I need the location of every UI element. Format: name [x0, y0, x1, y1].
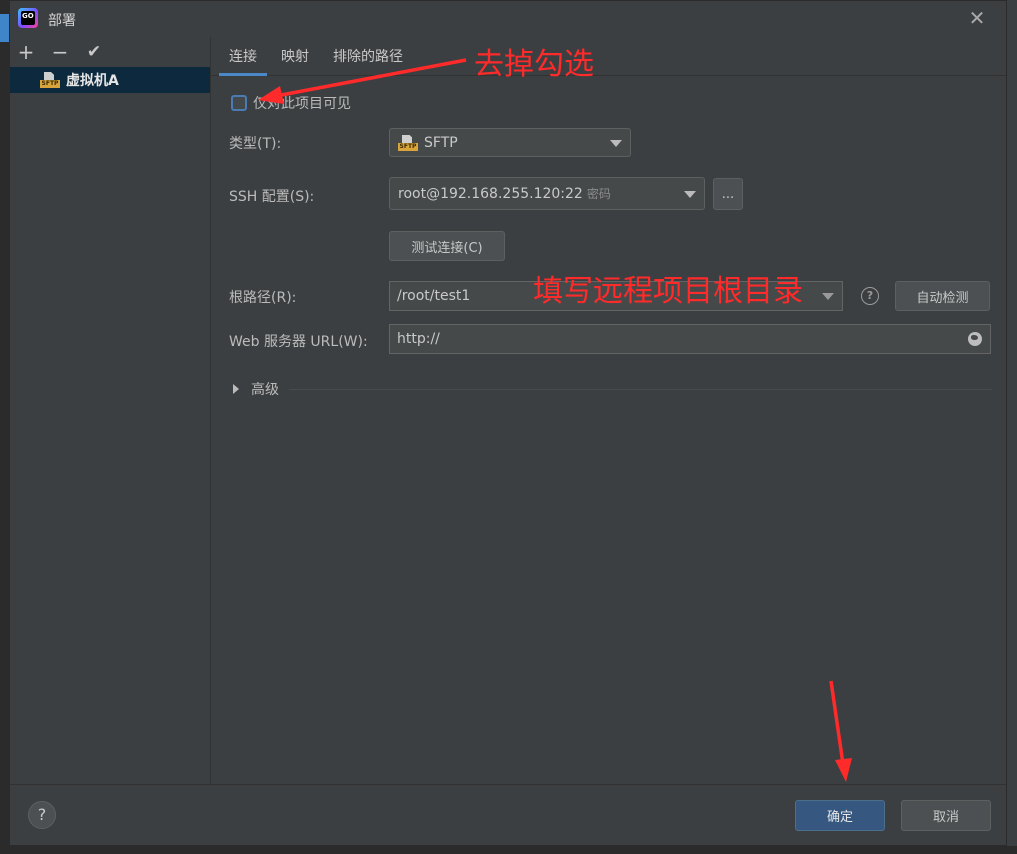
cancel-button[interactable]: 取消	[901, 800, 991, 831]
dialog-title: 部署	[48, 13, 76, 29]
ok-button[interactable]: 确定	[795, 800, 885, 831]
add-server-button[interactable]: +	[16, 42, 36, 62]
advanced-section: 高级	[233, 379, 992, 399]
divider	[289, 388, 992, 390]
web-server-url-label: Web 服务器 URL(W):	[229, 334, 368, 350]
web-server-url-value: http://	[397, 331, 440, 347]
dialog-footer: ? 确定 取消	[10, 784, 1006, 845]
type-label: 类型(T):	[229, 136, 282, 152]
tab-connection[interactable]: 连接	[219, 37, 267, 76]
tab-bar: 连接 映射 排除的路径	[211, 37, 1006, 76]
background-block	[0, 14, 9, 42]
test-connection-button[interactable]: 测试连接(C)	[389, 231, 505, 261]
globe-icon[interactable]	[968, 332, 982, 346]
chevron-down-icon	[684, 190, 696, 198]
ssh-config-value: root@192.168.255.120:22	[398, 185, 583, 202]
autodetect-button[interactable]: 自动检测	[895, 281, 990, 311]
tab-mappings[interactable]: 映射	[271, 37, 319, 75]
server-toolbar: + − ✔	[10, 37, 210, 67]
ssh-config-label: SSH 配置(S):	[229, 189, 315, 205]
help-icon[interactable]: ?	[861, 287, 879, 305]
root-path-label: 根路径(R):	[229, 290, 297, 306]
close-icon[interactable]: ✕	[966, 7, 988, 29]
annotation-uncheck-note: 去掉勾选	[474, 47, 594, 82]
remove-server-button[interactable]: −	[50, 42, 70, 62]
sftp-icon-tag: SFTP	[40, 80, 60, 88]
web-server-url-input[interactable]: http://	[389, 324, 991, 354]
advanced-label[interactable]: 高级	[251, 379, 279, 399]
type-select[interactable]: SFTP SFTP	[389, 128, 631, 157]
help-button[interactable]: ?	[28, 801, 56, 829]
chevron-right-icon[interactable]	[233, 384, 239, 394]
ssh-config-select[interactable]: root@192.168.255.120:22 密码	[389, 177, 705, 210]
sftp-icon: SFTP	[40, 72, 60, 88]
set-default-button[interactable]: ✔	[84, 42, 104, 62]
chevron-down-icon	[822, 293, 834, 300]
ssh-auth-type: 密码	[586, 187, 611, 201]
deployment-dialog: GO 部署 ✕ + − ✔ SFTP 虚拟机A 连接 映射 排除的路径 仅对此项…	[9, 0, 1007, 846]
background-strip	[0, 0, 9, 854]
background-strip-bottom	[0, 846, 1017, 854]
root-path-value: /root/test1	[397, 288, 471, 304]
ssh-config-more-button[interactable]: ...	[713, 178, 743, 210]
sftp-icon: SFTP	[398, 134, 418, 151]
title-bar: GO 部署 ✕	[10, 1, 1006, 37]
type-value: SFTP	[424, 134, 458, 151]
tab-excluded-paths[interactable]: 排除的路径	[323, 37, 413, 75]
visible-only-label: 仅对此项目可见	[253, 96, 351, 112]
server-list-panel: + − ✔ SFTP 虚拟机A	[10, 37, 211, 785]
visible-only-row: 仅对此项目可见	[231, 93, 351, 113]
chevron-down-icon	[610, 139, 622, 147]
server-list-item[interactable]: SFTP 虚拟机A	[10, 67, 210, 93]
server-name: 虚拟机A	[66, 73, 119, 89]
settings-panel: 连接 映射 排除的路径 仅对此项目可见 类型(T): SFTP SFTP SSH…	[211, 37, 1006, 785]
goland-app-icon: GO	[18, 8, 38, 28]
annotation-root-path-note: 填写远程项目根目录	[533, 274, 803, 309]
visible-only-checkbox[interactable]	[231, 95, 247, 111]
